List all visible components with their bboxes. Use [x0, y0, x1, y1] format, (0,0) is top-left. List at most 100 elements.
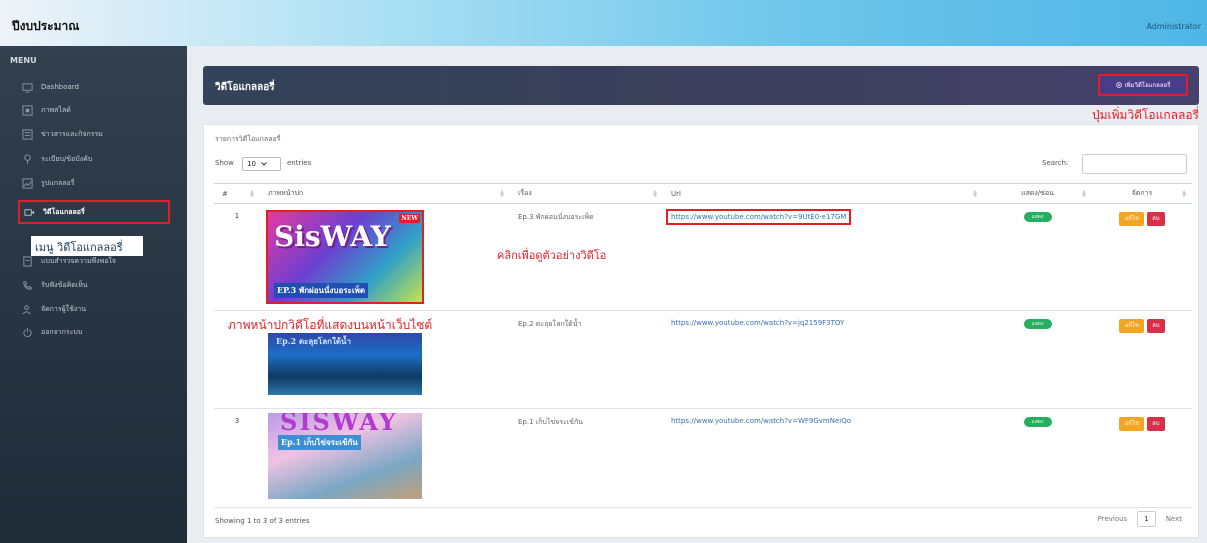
sidebar-item-dashboard[interactable]: Dashboard — [22, 78, 172, 96]
delete-button[interactable]: ลบ — [1147, 212, 1165, 226]
rule-icon — [24, 153, 31, 164]
sidebar-item-users[interactable]: จัดการผู้ใช้งาน — [22, 300, 172, 318]
top-bar: ปีงบประมาณ Administrator — [0, 0, 1207, 46]
sidebar-item-label: วิดีโอแกลลอรี่ — [43, 207, 85, 216]
status-badge[interactable]: แสดง — [1023, 212, 1052, 222]
add-video-label: เพิ่มวิดีโอแกลลอรี่ — [1124, 82, 1171, 89]
column-header-title[interactable]: เรื่อง ▲ ▼ — [510, 183, 663, 204]
column-header-visibility[interactable]: แสดง/ซ่อน ▲ ▼ — [983, 183, 1092, 204]
delete-button[interactable]: ลบ — [1147, 417, 1165, 431]
power-icon — [23, 327, 32, 337]
cover-cell: SISWAY Ep.1 เก็บไข่จระเข้กัน — [260, 408, 510, 508]
url-cell: https://www.youtube.com/watch?v=WF9GvmNe… — [663, 408, 983, 508]
sidebar-item-feedback[interactable]: รับฟังข้อคิดเห็น — [22, 276, 172, 294]
cover-image-callout: ภาพหน้าปกวิดีโอที่แสดงบนหน้าเว็บไซต์ — [228, 318, 433, 332]
cover-thumbnail[interactable]: SisWAY NEW EP.3 พักผ่อนนั่งบอระเพ็ด — [268, 212, 422, 302]
monitor-icon — [22, 82, 33, 93]
add-video-button[interactable]: เพิ่มวิดีโอแกลลอรี่ — [1098, 74, 1188, 96]
sidebar-item-image-gallery[interactable]: รูปแกลลอรี่ — [22, 174, 172, 192]
slides-icon — [22, 104, 33, 116]
url-cell: https://www.youtube.com/watch?v=9UtE0-e1… — [663, 203, 983, 311]
sort-icon: ▲ ▼ — [653, 189, 657, 199]
previous-button[interactable]: Previous — [1092, 512, 1134, 526]
video-link-callout: คลิกเพื่อดูตัวอย่างวิดีโอ — [497, 249, 607, 262]
pagination: Previous 1 Next — [1092, 511, 1188, 527]
thumb-new-badge: NEW — [399, 214, 420, 223]
image-icon — [22, 177, 33, 189]
visibility-cell: แสดง — [983, 408, 1092, 508]
actions-cell: แก้ไข ลบ — [1092, 310, 1192, 409]
sidebar-item-label: Dashboard — [41, 83, 79, 91]
search-input[interactable] — [1082, 154, 1187, 174]
video-table: # ▲ ▼ ภาพหน้าปก ▲ ▼ เรื่อง ▲ ▼ Url ▲ ▼ แสดง/ซ่อน… — [214, 183, 1192, 508]
delete-button[interactable]: ลบ — [1147, 319, 1165, 333]
phone-icon — [23, 280, 32, 290]
add-button-callout: ปุ่มเพิ่มวิดีโอแกลลอรี่ — [1092, 108, 1199, 122]
sidebar-item-label: ภาพสไลด์ — [41, 105, 71, 114]
sidebar-callout: เมนู วิดีโอแกลลอรี่ — [31, 236, 143, 256]
column-header-url[interactable]: Url ▲ ▼ — [663, 183, 983, 204]
sidebar-item-label: รับฟังข้อคิดเห็น — [41, 280, 88, 289]
sort-icon: ▲ ▼ — [500, 189, 504, 199]
sort-icon: ▲ ▼ — [1182, 189, 1186, 199]
sidebar-item-slides[interactable]: ภาพสไลด์ — [22, 101, 172, 119]
table-info: Showing 1 to 3 of 3 entries — [215, 517, 310, 525]
sidebar-item-rules[interactable]: ระเบียบ/ข้อบังคับ — [22, 150, 172, 168]
thumb-title: Ep.2 ตะลุยโลกใต้น้ำ — [276, 336, 352, 346]
news-icon — [22, 128, 33, 140]
column-header-number[interactable]: # ▲ ▼ — [214, 183, 260, 204]
column-header-cover[interactable]: ภาพหน้าปก ▲ ▼ — [260, 183, 510, 204]
sidebar-item-label: รูปแกลลอรี่ — [41, 178, 75, 187]
show-label: Show — [215, 159, 234, 167]
cover-thumbnail[interactable]: SISWAY Ep.1 เก็บไข่จระเข้กัน — [268, 413, 422, 499]
page-button-1[interactable]: 1 — [1137, 511, 1156, 527]
actions-cell: แก้ไข ลบ — [1092, 408, 1192, 508]
sidebar-item-video-gallery[interactable]: วิดีโอแกลลอรี่ — [18, 200, 170, 224]
video-url-link[interactable]: https://www.youtube.com/watch?v=9UtE0-e1… — [671, 213, 846, 221]
page-size-select[interactable]: 10 — [242, 157, 281, 171]
sidebar-item-news[interactable]: ข่าวสารและกิจกรรม — [22, 125, 172, 143]
card-title: รายการวิดีโอแกลลอรี่ — [215, 135, 281, 143]
edit-button[interactable]: แก้ไข — [1119, 417, 1145, 431]
video-icon — [24, 208, 35, 216]
video-url-link[interactable]: https://www.youtube.com/watch?v=WF9GvmNe… — [671, 417, 851, 425]
cover-thumbnail[interactable]: Ep.2 ตะลุยโลกใต้น้ำ — [268, 333, 422, 395]
video-url-link[interactable]: https://www.youtube.com/watch?v=jq2159F3… — [671, 319, 844, 327]
thumb-title: SisWAY — [274, 220, 391, 253]
sidebar-item-label: แบบสำรวจความพึงพอใจ — [41, 256, 116, 265]
edit-button[interactable]: แก้ไข — [1119, 319, 1145, 333]
sidebar: MENU Dashboard ภาพสไลด์ ข่าวสารและกิจกรร… — [0, 46, 187, 543]
status-badge[interactable]: แสดง — [1023, 319, 1052, 329]
app-logo[interactable]: ปีงบประมาณ — [12, 17, 162, 36]
plus-circle-icon — [1115, 82, 1122, 88]
column-header-manage[interactable]: จัดการ ▲ ▼ — [1092, 183, 1192, 204]
content-header: วิดีโอแกลลอรี่ เพิ่มวิดีโอแกลลอรี่ — [203, 66, 1199, 105]
table-row: 1 SisWAY NEW EP.3 พักผ่อนนั่งบอระเพ็ด Ep… — [214, 203, 1192, 311]
url-cell: https://www.youtube.com/watch?v=jq2159F3… — [663, 310, 983, 409]
menu-title: MENU — [10, 56, 37, 65]
sidebar-item-label: ออกจากระบบ — [41, 327, 83, 336]
user-menu[interactable]: Administrator — [1146, 22, 1201, 31]
visibility-cell: แสดง — [983, 203, 1092, 311]
sidebar-item-label: ข่าวสารและกิจกรรม — [41, 129, 103, 138]
visibility-cell: แสดง — [983, 310, 1092, 409]
thumb-subtitle: Ep.1 เก็บไข่จระเข้กัน — [278, 435, 361, 450]
status-badge[interactable]: แสดง — [1023, 417, 1052, 427]
survey-icon — [23, 255, 32, 267]
sidebar-item-logout[interactable]: ออกจากระบบ — [22, 323, 172, 341]
users-icon — [22, 304, 31, 314]
row-number: 3 — [214, 408, 260, 508]
entries-label: entries — [287, 159, 312, 167]
sort-icon: ▲ ▼ — [250, 189, 254, 199]
sort-icon: ▲ ▼ — [1082, 189, 1086, 199]
cover-highlight: SisWAY NEW EP.3 พักผ่อนนั่งบอระเพ็ด — [266, 210, 424, 304]
edit-button[interactable]: แก้ไข — [1119, 212, 1145, 226]
title-cell: Ep.1 เก็บไข่จระเข้กัน — [510, 408, 663, 508]
actions-cell: แก้ไข ลบ — [1092, 203, 1192, 311]
next-button[interactable]: Next — [1160, 512, 1188, 526]
thumb-title: SISWAY — [280, 413, 398, 436]
sidebar-item-label: ระเบียบ/ข้อบังคับ — [41, 154, 93, 163]
search-label: Search: — [1042, 159, 1069, 167]
cover-cell: SisWAY NEW EP.3 พักผ่อนนั่งบอระเพ็ด — [260, 203, 510, 311]
row-number: 1 — [214, 203, 260, 311]
